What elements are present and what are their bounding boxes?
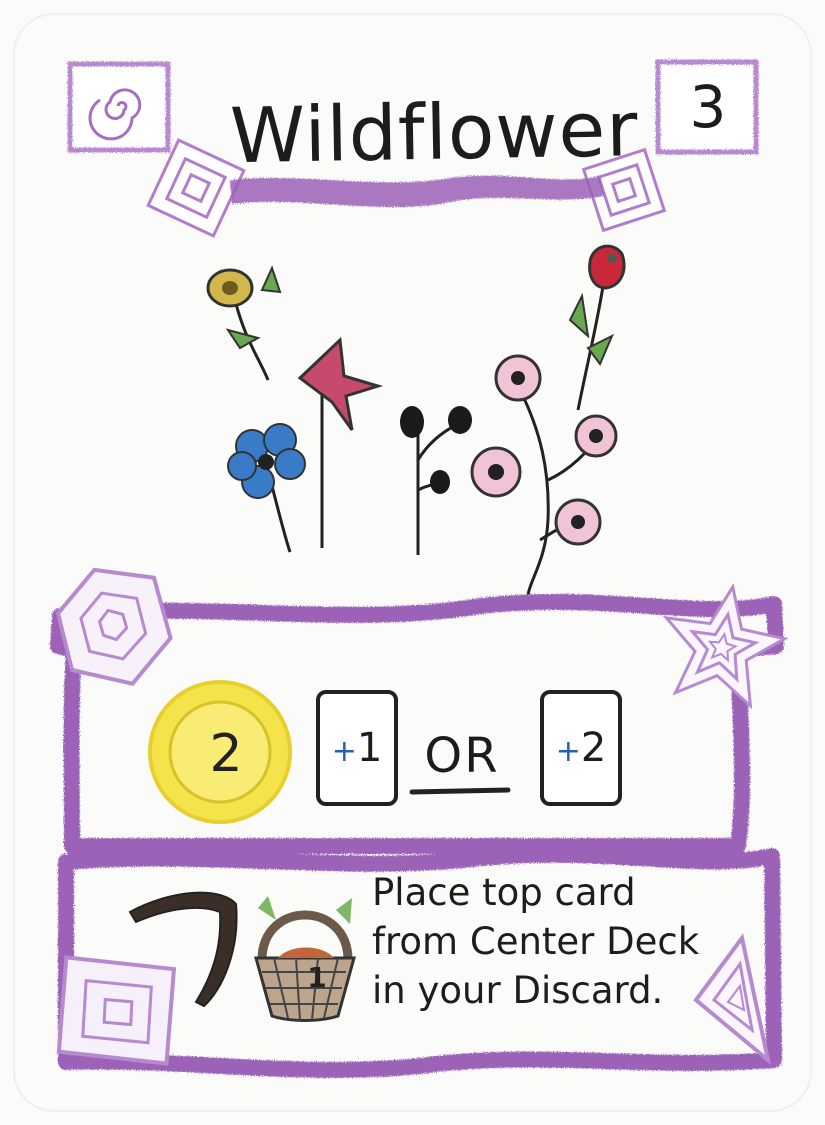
coin-value: 2: [209, 724, 243, 784]
spiral-icon: [67, 61, 171, 153]
plus-sign: +: [331, 734, 357, 769]
or-connector: OR: [424, 728, 500, 784]
card-cost: 3: [689, 73, 727, 141]
card-option-a: +1: [318, 708, 396, 788]
ability-line: from Center Deck: [372, 920, 700, 963]
ability-line: Place top card: [372, 871, 636, 914]
option-b-number: 2: [580, 725, 607, 771]
option-a-number: 1: [356, 725, 383, 771]
basket-value: 1: [307, 961, 327, 994]
card-title: Wildflower: [229, 84, 640, 181]
game-card[interactable]: Wildflower 3 2 +1 OR +2 1 Place top card…: [0, 0, 825, 1125]
ability-text: Place top card from Center Deck in your …: [372, 868, 724, 1038]
card-option-b: +2: [542, 708, 620, 788]
ability-line: in your Discard.: [372, 969, 664, 1012]
plus-sign: +: [555, 734, 581, 769]
